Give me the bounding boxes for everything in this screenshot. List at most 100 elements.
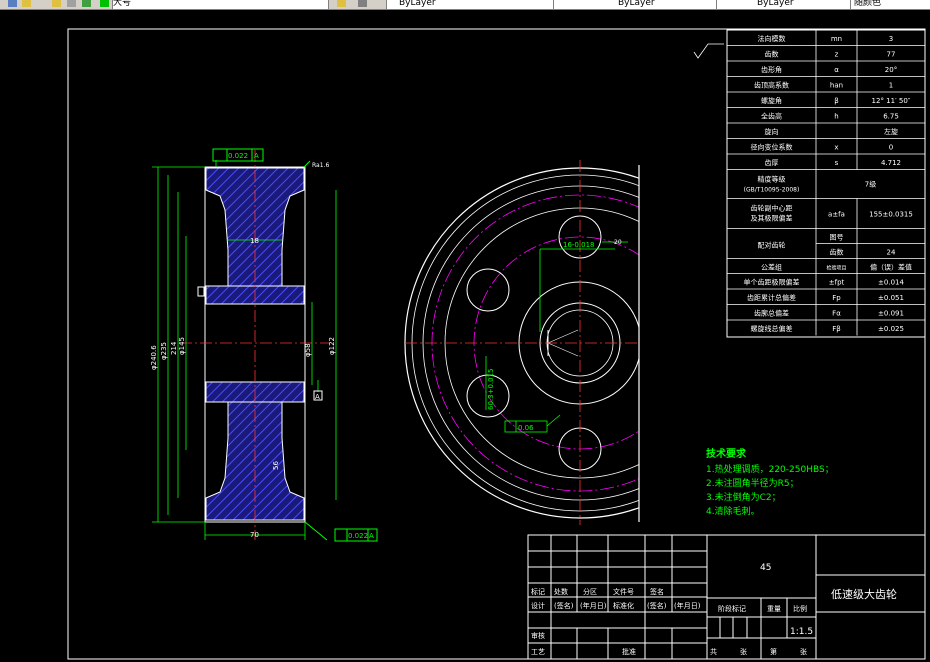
tb-sign: 签名 <box>650 587 664 596</box>
param-value: 12° 11′ 50″ <box>872 97 911 105</box>
center-dist-label2: 及其极限偏差 <box>751 214 793 223</box>
drawing-name: 低速级大齿轮 <box>831 587 897 601</box>
tol-symbol: Fp <box>832 294 841 302</box>
tb-sheets: 张 <box>740 647 747 656</box>
tol-value: ±0.025 <box>878 325 904 333</box>
tol-symbol: ±fpt <box>829 279 845 287</box>
tol-name: 单个齿距极限偏差 <box>744 278 800 287</box>
param-symbol: α <box>834 66 839 74</box>
tb-sig2: (签名) <box>647 601 667 610</box>
root-diameter-dim: 214 <box>170 341 178 355</box>
tb-sheet2: 张 <box>800 647 807 656</box>
tech-req-item-2: 2.未注圆角半径为R5； <box>706 477 799 489</box>
tb-count: 处数 <box>554 587 568 596</box>
param-value: 左旋 <box>884 127 898 136</box>
section-view: 0.022 A 0.022 A Ra1.6 18 70 φ240.6 φ235 … <box>150 148 378 542</box>
tol-header-item: 检验项目 <box>826 265 846 272</box>
datum-bottom-label: A <box>369 532 374 540</box>
center-dist-symbol: a±fa <box>828 211 845 219</box>
tol-header-value: 偏（误）差值 <box>870 263 912 272</box>
param-symbol: s <box>835 159 839 167</box>
tb-review: 审核 <box>531 631 545 640</box>
param-name: 全齿高 <box>761 112 782 121</box>
param-value: 0 <box>889 144 893 152</box>
color-dropdown[interactable]: ByLayer <box>386 0 555 9</box>
tb-page: 第 <box>770 647 777 656</box>
tech-req-title: 技术要求 <box>706 447 747 460</box>
plotstyle-dropdown[interactable]: 随颜色 <box>850 0 930 9</box>
tb-stage: 阶段标记 <box>718 604 746 613</box>
tol-name: 齿廓总偏差 <box>754 309 789 318</box>
layer-previous-icon[interactable] <box>358 0 367 7</box>
param-value: 4.712 <box>881 159 901 167</box>
web-thickness-dim: 18 <box>250 237 259 245</box>
make-current-icon[interactable] <box>337 0 346 7</box>
tb-mark: 标记 <box>531 587 545 596</box>
material-label: 45 <box>760 563 771 573</box>
param-symbol: h <box>834 113 838 121</box>
param-symbol: β <box>834 97 838 105</box>
param-name: 径向变位系数 <box>751 143 793 152</box>
tb-standard: 标准化 <box>613 601 634 610</box>
param-name: 旋向 <box>765 127 779 136</box>
tol-header-group: 公差组 <box>761 263 782 272</box>
scale-value: 1:1.5 <box>790 627 813 637</box>
mating-drawing-no-label: 图号 <box>830 234 844 242</box>
hub-diameter-dim: φ122 <box>328 337 336 355</box>
runout-top-label: 0.022 <box>228 152 248 160</box>
precision-standard: (GB/T10095-2008) <box>744 187 800 194</box>
keyway-depth-dim: 60.3+0.015 <box>487 369 495 411</box>
slot-label: 20 <box>614 239 622 246</box>
param-value: 3 <box>889 35 893 43</box>
param-value: 20° <box>885 66 897 74</box>
keyway-width-dim: 16-0.018 <box>563 241 594 249</box>
web-diameter-dim: φ145 <box>178 337 186 355</box>
face-width-dim: 70 <box>250 531 259 539</box>
param-name: 法向模数 <box>758 34 786 43</box>
tb-design: 设计 <box>531 601 545 610</box>
tech-req-item-3: 3.未注倒角为C2； <box>706 491 781 503</box>
runout-bottom-label: 0.022 <box>348 532 368 540</box>
tb-sig1: (签名) <box>554 601 574 610</box>
tb-date2: (年月日) <box>674 601 701 610</box>
pitch-diameter-dim: φ235 <box>160 342 168 360</box>
center-dist-label: 齿轮副中心距 <box>751 204 793 213</box>
tol-symbol: Fα <box>832 310 841 318</box>
layer-icon[interactable] <box>8 0 17 7</box>
param-name: 齿顶高系数 <box>754 81 789 90</box>
tb-ratio: 比例 <box>793 604 807 613</box>
tech-req-item-1: 1.热处理调质，220-250HBS； <box>706 463 834 475</box>
tb-zone: 分区 <box>583 587 597 596</box>
tb-docno: 文件号 <box>613 587 634 596</box>
param-symbol: z <box>835 51 839 59</box>
tip-diameter-dim: φ240.6 <box>150 345 158 370</box>
param-symbol: han <box>830 82 843 90</box>
layer-dropdown[interactable]: 大号 <box>112 0 329 9</box>
param-symbol: mn <box>831 35 842 43</box>
layer-state-icon[interactable] <box>67 0 76 7</box>
drawing-border <box>67 28 926 660</box>
mating-label: 配对齿轮 <box>758 241 786 250</box>
tech-req-item-4: 4.清除毛刺。 <box>706 505 760 517</box>
drawing-canvas[interactable]: 0.022 A 0.022 A Ra1.6 18 70 φ240.6 φ235 … <box>0 10 930 662</box>
tb-total: 共 <box>710 647 717 656</box>
lock-icon[interactable] <box>52 0 61 7</box>
tb-weight: 重量 <box>767 605 781 613</box>
title-block-text: 45 低速级大齿轮 1:1.5 标记 处数 分区 文件号 签名 设计 (签名) … <box>531 563 897 656</box>
tol-value: ±0.051 <box>878 294 904 302</box>
tb-date1: (年月日) <box>580 601 607 610</box>
front-view: 16-0.018 60.3+0.015 0.06 20 <box>404 160 640 525</box>
surface-roughness-label: Ra1.6 <box>312 162 329 169</box>
sun-icon[interactable] <box>22 0 31 7</box>
tol-name: 螺旋线总偏差 <box>751 324 793 333</box>
layer-swatch-icon <box>100 0 109 7</box>
param-value: 1 <box>889 82 893 90</box>
precision-label: 精度等级 <box>758 175 786 184</box>
bore-length-dim: 56 <box>272 461 280 470</box>
param-value: 6.75 <box>883 113 899 121</box>
technical-requirements: 技术要求 1.热处理调质，220-250HBS； 2.未注圆角半径为R5； 3.… <box>706 447 834 517</box>
layer-color-icon[interactable] <box>82 0 91 7</box>
precision-value: 7级 <box>865 180 876 189</box>
center-dist-value: 155±0.0315 <box>869 211 913 219</box>
datum-marker: A <box>315 393 320 401</box>
